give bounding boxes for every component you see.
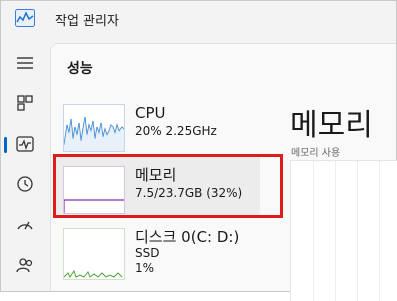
- processes-icon: [17, 95, 33, 111]
- performance-icon: [16, 136, 34, 152]
- resource-name: 디스크 0(C: D:): [135, 228, 240, 246]
- resource-name: CPU: [135, 104, 166, 122]
- app-title: 작업 관리자: [55, 14, 119, 29]
- cpu-thumbnail-graph: [63, 104, 125, 152]
- section-title: 성능: [67, 61, 93, 77]
- disk-graph-line: [64, 269, 123, 278]
- nav-users[interactable]: [11, 251, 39, 279]
- startup-icon: [17, 221, 33, 230]
- grid-line: [357, 161, 358, 301]
- detail-subtitle: 메모리 사용: [291, 148, 341, 159]
- history-icon: [17, 176, 33, 192]
- nav-processes[interactable]: [11, 89, 39, 117]
- resource-item-disk[interactable]: 디스크 0(C: D:) SSD 1%: [57, 224, 257, 290]
- nav-app-history[interactable]: [11, 170, 39, 198]
- active-nav-indicator: [4, 137, 7, 153]
- task-manager-icon: [15, 9, 35, 27]
- hamburger-menu-button[interactable]: [11, 49, 39, 77]
- grid-line: [313, 161, 314, 301]
- resource-usage: 1%: [135, 261, 155, 275]
- resource-item-cpu[interactable]: CPU 20% 2.25GHz: [57, 100, 257, 158]
- disk-thumbnail-graph: [63, 228, 125, 280]
- highlight-annotation-box: [53, 154, 283, 218]
- grid-line: [335, 161, 336, 301]
- resource-usage: 20% 2.25GHz: [135, 124, 217, 138]
- nav-startup[interactable]: [11, 210, 39, 238]
- detail-pane: 메모리 메모리 사용: [282, 96, 397, 301]
- resource-type: SSD: [135, 246, 160, 260]
- grid-line: [379, 161, 380, 301]
- hamburger-icon: [17, 57, 33, 69]
- detail-title: 메모리: [290, 108, 373, 143]
- title-bar: 작업 관리자: [1, 1, 396, 39]
- nav-performance[interactable]: [11, 130, 39, 158]
- users-icon: [16, 258, 33, 273]
- navigation-pane: [1, 39, 49, 291]
- memory-usage-chart: [290, 160, 397, 301]
